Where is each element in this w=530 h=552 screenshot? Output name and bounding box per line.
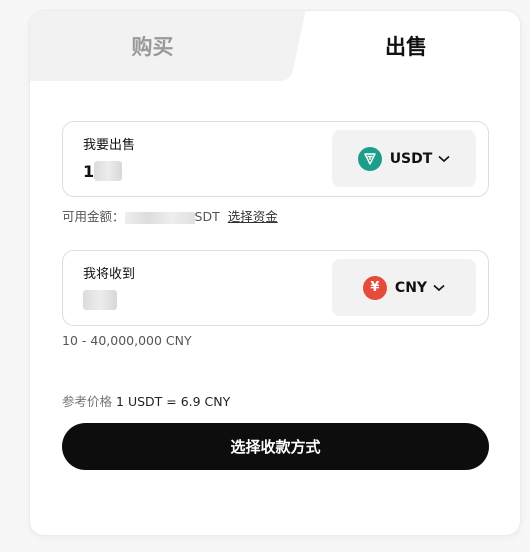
available-balance: 可用金额： SDT 选择资金 [62, 206, 278, 225]
select-funds-link[interactable]: 选择资金 [228, 209, 278, 224]
sell-field-label: 我要出售 [83, 138, 136, 153]
chevron-down-icon [438, 152, 450, 166]
sell-currency-label: USDT [389, 150, 433, 167]
available-prefix: 可用金额： [62, 209, 125, 224]
yuan-icon: ¥ [362, 275, 387, 300]
receive-amount-field[interactable]: 我将收到 ¥ CNY [62, 250, 489, 326]
amount-range: 10 - 40,000,000 CNY [62, 333, 192, 348]
tab-sell[interactable]: 出售 [292, 11, 520, 81]
receive-field-label: 我将收到 [83, 267, 136, 282]
reference-price: 参考价格 1 USDT = 6.9 CNY [62, 391, 230, 410]
sell-amount-digit: 1 [83, 161, 95, 181]
reference-price-label: 参考价格 [62, 394, 113, 409]
trade-tabs: 购买 出售 [30, 11, 520, 81]
receive-currency-selector[interactable]: ¥ CNY [332, 259, 476, 316]
receive-amount-redacted [83, 290, 117, 310]
receive-amount-input[interactable] [83, 289, 143, 311]
available-suffix: SDT [194, 209, 220, 224]
available-redacted [124, 211, 195, 224]
chevron-down-icon [433, 281, 445, 295]
sell-currency-selector[interactable]: USDT [332, 130, 476, 187]
tether-icon [357, 146, 382, 171]
sell-amount-input[interactable]: 1 [83, 160, 143, 182]
select-payment-method-button[interactable]: 选择收款方式 [62, 423, 489, 470]
sell-amount-field[interactable]: 我要出售 1 USDT [62, 121, 489, 197]
tab-buy[interactable]: 购买 [30, 11, 275, 81]
trade-card: 购买 出售 我要出售 1 USDT 可用金额： SDT 选择资金 我将收到 ¥ … [30, 11, 520, 535]
reference-price-value: 1 USDT = 6.9 CNY [116, 394, 231, 409]
receive-currency-label: CNY [394, 279, 428, 296]
sell-amount-redacted [94, 161, 123, 181]
